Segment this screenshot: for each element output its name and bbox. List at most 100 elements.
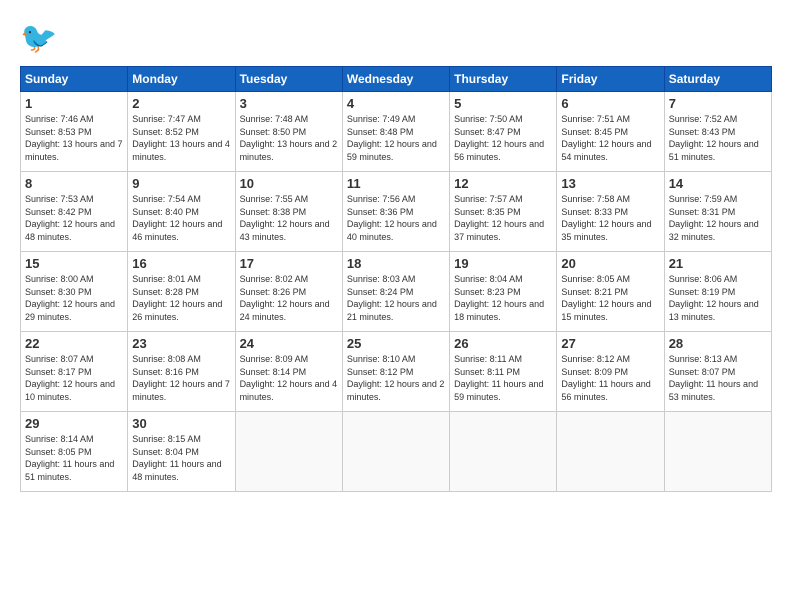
calendar-cell: 10 Sunrise: 7:55 AMSunset: 8:38 PMDayligh… <box>235 172 342 252</box>
calendar-cell: 23 Sunrise: 8:08 AMSunset: 8:16 PMDayligh… <box>128 332 235 412</box>
calendar-cell: 28Sunrise: 8:13 AMSunset: 8:07 PMDayligh… <box>664 332 771 412</box>
day-info: Sunrise: 7:53 AMSunset: 8:42 PMDaylight:… <box>25 193 123 243</box>
day-info: Sunrise: 7:49 AMSunset: 8:48 PMDaylight:… <box>347 113 445 163</box>
day-number: 11 <box>347 176 445 191</box>
day-number: 23 <box>132 336 230 351</box>
calendar-cell: 14 Sunrise: 7:59 AMSunset: 8:31 PMDayligh… <box>664 172 771 252</box>
day-number: 7 <box>669 96 767 111</box>
weekday-header-tuesday: Tuesday <box>235 67 342 92</box>
day-number: 2 <box>132 96 230 111</box>
day-number: 26 <box>454 336 552 351</box>
day-number: 6 <box>561 96 659 111</box>
day-number: 17 <box>240 256 338 271</box>
day-info: Sunrise: 7:48 AMSunset: 8:50 PMDaylight:… <box>240 113 338 163</box>
calendar-cell: 11Sunrise: 7:56 AMSunset: 8:36 PMDayligh… <box>342 172 449 252</box>
day-info: Sunrise: 7:47 AMSunset: 8:52 PMDaylight:… <box>132 113 230 163</box>
calendar-cell: 24 Sunrise: 8:09 AMSunset: 8:14 PMDayligh… <box>235 332 342 412</box>
weekday-header-wednesday: Wednesday <box>342 67 449 92</box>
weekday-header-friday: Friday <box>557 67 664 92</box>
day-number: 29 <box>25 416 123 431</box>
day-info: Sunrise: 7:54 AMSunset: 8:40 PMDaylight:… <box>132 193 230 243</box>
calendar-cell <box>557 412 664 492</box>
day-info: Sunrise: 8:08 AMSunset: 8:16 PMDaylight:… <box>132 353 230 403</box>
day-number: 24 <box>240 336 338 351</box>
day-number: 5 <box>454 96 552 111</box>
calendar-cell: 16 Sunrise: 8:01 AMSunset: 8:28 PMDayligh… <box>128 252 235 332</box>
day-number: 1 <box>25 96 123 111</box>
svg-text:🐦: 🐦 <box>20 22 56 54</box>
day-info: Sunrise: 8:00 AMSunset: 8:30 PMDaylight:… <box>25 273 123 323</box>
day-info: Sunrise: 7:57 AMSunset: 8:35 PMDaylight:… <box>454 193 552 243</box>
calendar-cell: 6 Sunrise: 7:51 AMSunset: 8:45 PMDaylight… <box>557 92 664 172</box>
day-number: 21 <box>669 256 767 271</box>
calendar-cell <box>450 412 557 492</box>
calendar-cell: 21 Sunrise: 8:06 AMSunset: 8:19 PMDayligh… <box>664 252 771 332</box>
day-number: 22 <box>25 336 123 351</box>
day-number: 25 <box>347 336 445 351</box>
calendar-cell <box>342 412 449 492</box>
calendar-cell: 18Sunrise: 8:03 AMSunset: 8:24 PMDayligh… <box>342 252 449 332</box>
day-info: Sunrise: 7:52 AMSunset: 8:43 PMDaylight:… <box>669 113 767 163</box>
day-info: Sunrise: 7:51 AMSunset: 8:45 PMDaylight:… <box>561 113 659 163</box>
day-number: 4 <box>347 96 445 111</box>
day-info: Sunrise: 8:12 AMSunset: 8:09 PMDaylight:… <box>561 353 659 403</box>
day-number: 18 <box>347 256 445 271</box>
calendar-cell: 4 Sunrise: 7:49 AMSunset: 8:48 PMDaylight… <box>342 92 449 172</box>
day-info: Sunrise: 8:04 AMSunset: 8:23 PMDaylight:… <box>454 273 552 323</box>
day-info: Sunrise: 8:11 AMSunset: 8:11 PMDaylight:… <box>454 353 552 403</box>
day-number: 9 <box>132 176 230 191</box>
day-info: Sunrise: 7:58 AMSunset: 8:33 PMDaylight:… <box>561 193 659 243</box>
day-info: Sunrise: 8:05 AMSunset: 8:21 PMDaylight:… <box>561 273 659 323</box>
calendar-table: SundayMondayTuesdayWednesdayThursdayFrid… <box>20 66 772 492</box>
logo: 🐦 <box>20 18 62 54</box>
page: 🐦 SundayMondayTuesdayWednesdayThursdayFr… <box>0 0 792 502</box>
day-info: Sunrise: 8:01 AMSunset: 8:28 PMDaylight:… <box>132 273 230 323</box>
weekday-header-monday: Monday <box>128 67 235 92</box>
day-info: Sunrise: 8:02 AMSunset: 8:26 PMDaylight:… <box>240 273 338 323</box>
day-number: 27 <box>561 336 659 351</box>
calendar-cell: 1 Sunrise: 7:46 AMSunset: 8:53 PMDaylight… <box>21 92 128 172</box>
day-number: 30 <box>132 416 230 431</box>
day-number: 20 <box>561 256 659 271</box>
day-number: 12 <box>454 176 552 191</box>
calendar-cell: 20 Sunrise: 8:05 AMSunset: 8:21 PMDayligh… <box>557 252 664 332</box>
logo-icon: 🐦 <box>20 18 56 54</box>
day-info: Sunrise: 7:55 AMSunset: 8:38 PMDaylight:… <box>240 193 338 243</box>
day-number: 28 <box>669 336 767 351</box>
calendar-cell: 19 Sunrise: 8:04 AMSunset: 8:23 PMDayligh… <box>450 252 557 332</box>
calendar-cell: 8Sunrise: 7:53 AMSunset: 8:42 PMDaylight… <box>21 172 128 252</box>
day-number: 15 <box>25 256 123 271</box>
calendar-cell: 9 Sunrise: 7:54 AMSunset: 8:40 PMDaylight… <box>128 172 235 252</box>
weekday-header-saturday: Saturday <box>664 67 771 92</box>
day-info: Sunrise: 8:09 AMSunset: 8:14 PMDaylight:… <box>240 353 338 403</box>
day-info: Sunrise: 8:15 AMSunset: 8:04 PMDaylight:… <box>132 433 230 483</box>
calendar-cell: 25 Sunrise: 8:10 AMSunset: 8:12 PMDayligh… <box>342 332 449 412</box>
day-info: Sunrise: 8:10 AMSunset: 8:12 PMDaylight:… <box>347 353 445 403</box>
calendar-cell: 12 Sunrise: 7:57 AMSunset: 8:35 PMDayligh… <box>450 172 557 252</box>
calendar-cell: 2 Sunrise: 7:47 AMSunset: 8:52 PMDaylight… <box>128 92 235 172</box>
calendar-cell: 22 Sunrise: 8:07 AMSunset: 8:17 PMDayligh… <box>21 332 128 412</box>
day-number: 16 <box>132 256 230 271</box>
day-info: Sunrise: 7:59 AMSunset: 8:31 PMDaylight:… <box>669 193 767 243</box>
day-number: 19 <box>454 256 552 271</box>
weekday-header-thursday: Thursday <box>450 67 557 92</box>
day-info: Sunrise: 8:06 AMSunset: 8:19 PMDaylight:… <box>669 273 767 323</box>
day-number: 13 <box>561 176 659 191</box>
calendar-cell: 29 Sunrise: 8:14 AMSunset: 8:05 PMDayligh… <box>21 412 128 492</box>
calendar-cell <box>664 412 771 492</box>
calendar-cell <box>235 412 342 492</box>
day-info: Sunrise: 7:46 AMSunset: 8:53 PMDaylight:… <box>25 113 123 163</box>
weekday-header-sunday: Sunday <box>21 67 128 92</box>
calendar-cell: 26 Sunrise: 8:11 AMSunset: 8:11 PMDayligh… <box>450 332 557 412</box>
header: 🐦 <box>20 18 772 54</box>
day-number: 14 <box>669 176 767 191</box>
calendar-cell: 3 Sunrise: 7:48 AMSunset: 8:50 PMDaylight… <box>235 92 342 172</box>
day-number: 3 <box>240 96 338 111</box>
day-info: Sunrise: 7:50 AMSunset: 8:47 PMDaylight:… <box>454 113 552 163</box>
calendar-cell: 27 Sunrise: 8:12 AMSunset: 8:09 PMDayligh… <box>557 332 664 412</box>
calendar-cell: 5 Sunrise: 7:50 AMSunset: 8:47 PMDaylight… <box>450 92 557 172</box>
day-info: Sunrise: 8:07 AMSunset: 8:17 PMDaylight:… <box>25 353 123 403</box>
day-number: 10 <box>240 176 338 191</box>
calendar-cell: 13 Sunrise: 7:58 AMSunset: 8:33 PMDayligh… <box>557 172 664 252</box>
day-info: Sunrise: 8:14 AMSunset: 8:05 PMDaylight:… <box>25 433 123 483</box>
